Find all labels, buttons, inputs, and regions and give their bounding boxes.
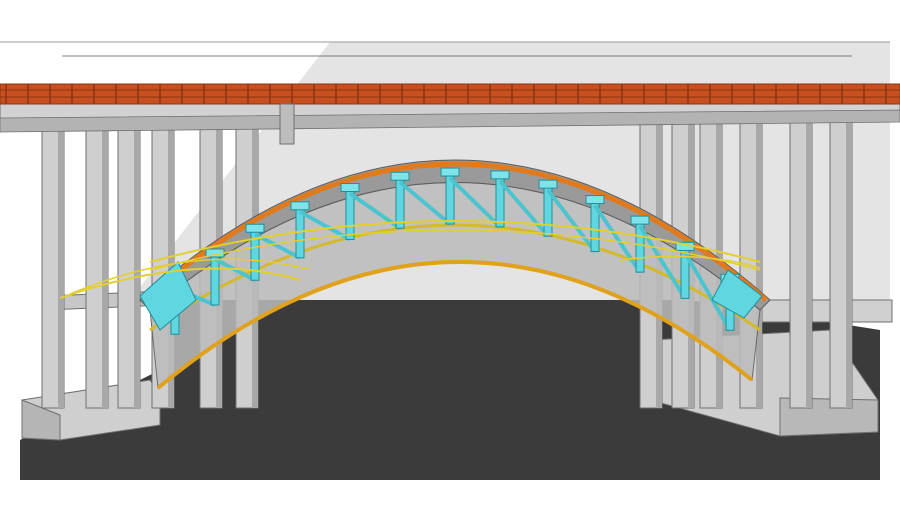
deck-fixture	[279, 103, 295, 145]
deck-railing	[0, 83, 900, 105]
truss-cap	[538, 179, 558, 189]
truss-cap	[245, 223, 265, 233]
truss-cap	[585, 195, 605, 205]
truss-cap	[490, 170, 510, 180]
right-platform	[747, 299, 893, 323]
pier-shadow	[134, 118, 140, 408]
truss-cap	[630, 215, 650, 225]
truss-cap	[340, 183, 360, 193]
pier-shadow	[806, 118, 812, 408]
bridge-scene	[0, 0, 900, 514]
pier-shadow	[102, 118, 108, 408]
pier-shadow	[846, 118, 852, 408]
truss-cap	[440, 167, 460, 177]
pier-shadow	[58, 118, 64, 408]
truss-cap	[290, 201, 310, 211]
pier-shadow	[756, 118, 762, 408]
truss-cap	[390, 171, 410, 181]
railing-posts	[5, 84, 887, 104]
